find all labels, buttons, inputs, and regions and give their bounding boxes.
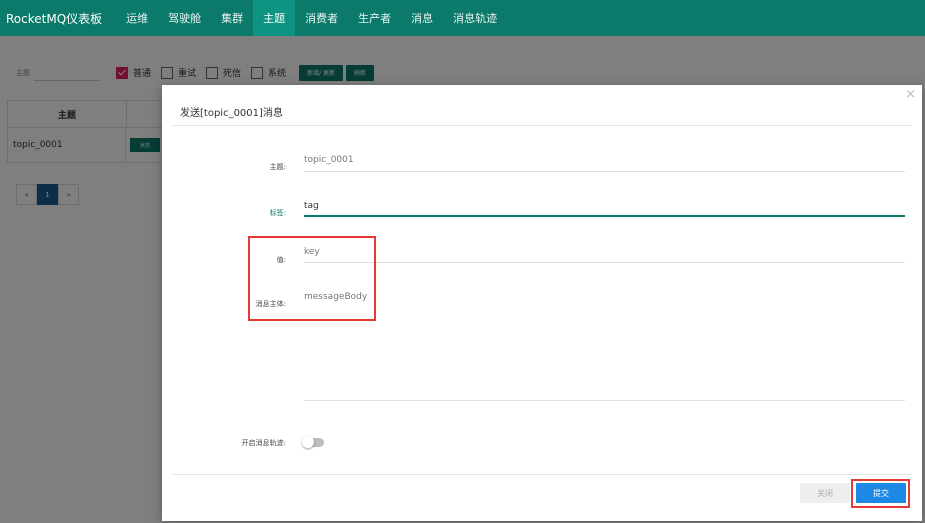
submit-button[interactable]: 提交 (856, 483, 906, 503)
nav-item-consumer[interactable]: 消费者 (295, 0, 348, 36)
highlight-box-key-body (248, 236, 376, 321)
topic-field-value: topic_0001 (304, 155, 354, 165)
tag-field-label: 标签: (269, 209, 286, 217)
body-field-textarea[interactable]: messageBody (304, 292, 904, 392)
nav-item-message[interactable]: 消息 (401, 0, 443, 36)
topic-field-underline (304, 171, 905, 172)
nav-item-cluster[interactable]: 集群 (211, 0, 253, 36)
send-message-dialog: 发送[topic_0001]消息 × 主题: topic_0001 标签: ta… (162, 85, 922, 521)
trace-toggle-label: 开启消息轨迹: (241, 439, 286, 447)
body-field-underline (304, 400, 905, 401)
nav-item-ops[interactable]: 运维 (116, 0, 158, 36)
tag-field-underline (304, 215, 905, 217)
trace-toggle[interactable] (302, 436, 324, 448)
nav-item-producer[interactable]: 生产者 (348, 0, 401, 36)
close-icon[interactable]: × (905, 87, 916, 102)
key-field-underline (304, 262, 905, 263)
brand-title[interactable]: RocketMQ仪表板 (6, 10, 102, 27)
dialog-title: 发送[topic_0001]消息 (180, 108, 283, 119)
key-field-input[interactable]: key (304, 247, 904, 257)
nav-item-dashboard[interactable]: 驾驶舱 (158, 0, 211, 36)
topic-field-label: 主题: (269, 163, 286, 171)
tag-field-input[interactable]: tag (304, 201, 904, 211)
trace-toggle-knob[interactable] (302, 436, 314, 448)
title-divider (172, 125, 912, 126)
footer-divider (172, 474, 912, 475)
close-button[interactable]: 关闭 (800, 483, 850, 503)
nav-item-message-trace[interactable]: 消息轨迹 (443, 0, 507, 36)
top-navbar: RocketMQ仪表板 运维 驾驶舱 集群 主题 消费者 生产者 消息 消息轨迹 (0, 0, 925, 36)
nav-item-topic[interactable]: 主题 (253, 0, 296, 36)
